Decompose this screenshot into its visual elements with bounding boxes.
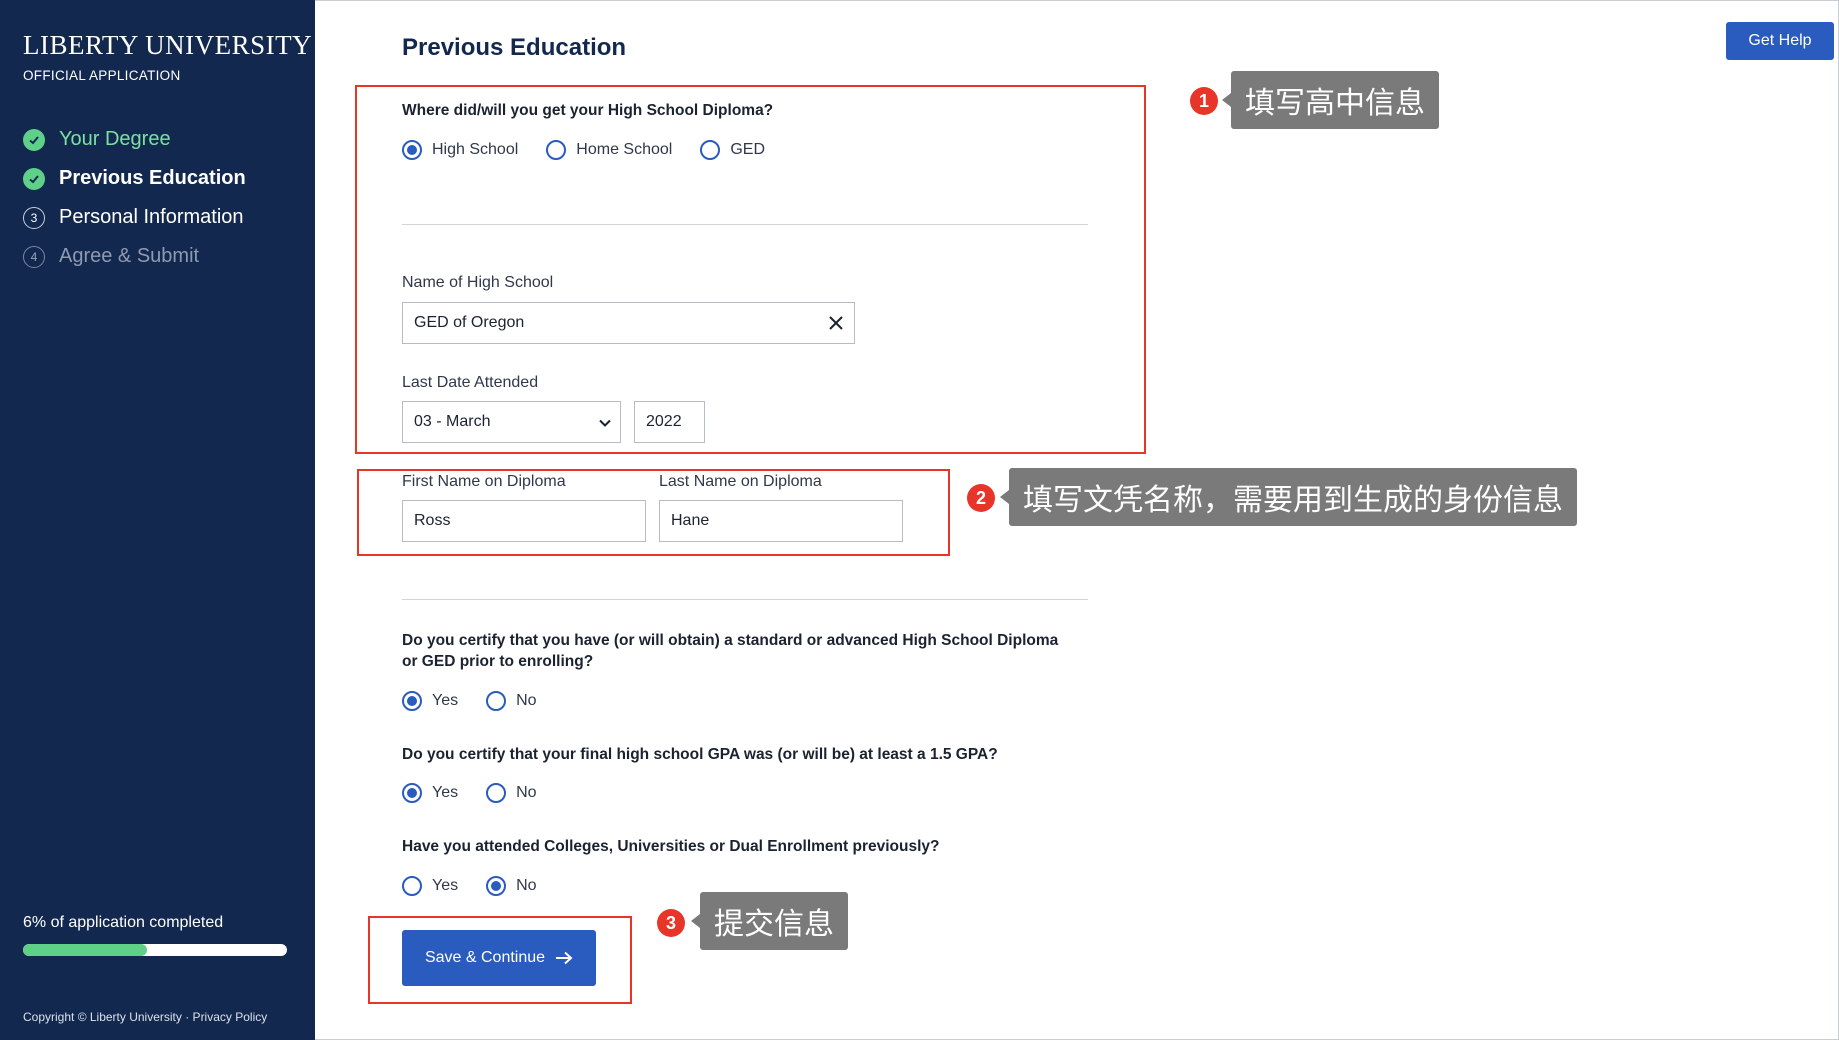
radio-label: No: [516, 784, 537, 801]
divider: [402, 599, 1088, 600]
annotation-callout-3: 提交信息: [691, 892, 848, 950]
progress-fill: [23, 944, 148, 956]
progress-bar: [23, 944, 287, 956]
gpa-radio-group: Yes No: [402, 783, 565, 803]
step-list: Your Degree Previous Education 3 Persona…: [23, 120, 246, 276]
check-icon: [23, 128, 45, 151]
application-subtitle: OFFICIAL APPLICATION: [23, 68, 181, 83]
university-logo: LIBERTY UNIVERSITY: [23, 30, 313, 60]
radio-college-no[interactable]: No: [486, 876, 537, 896]
radio-button[interactable]: [402, 876, 422, 896]
radio-button[interactable]: [486, 783, 507, 803]
step-label: Your Degree: [59, 128, 171, 150]
radio-label: Yes: [432, 692, 459, 709]
radio-certify-no[interactable]: No: [486, 691, 537, 711]
annotation-box-2: [357, 469, 950, 556]
progress-text: 6% of application completed: [23, 914, 224, 931]
gpa-question: Do you certify that your final high scho…: [402, 746, 998, 763]
radio-button-selected[interactable]: [402, 783, 422, 803]
step-label: Personal Information: [59, 206, 244, 228]
annotation-callout-1: 填写高中信息: [1222, 71, 1439, 129]
radio-button[interactable]: [486, 691, 507, 711]
radio-label: No: [516, 877, 537, 894]
check-icon: [23, 167, 45, 190]
radio-label: Yes: [432, 877, 459, 894]
step-personal-information[interactable]: 3 Personal Information: [23, 198, 246, 237]
certify-diploma-radio-group: Yes No: [402, 691, 565, 711]
step-number-badge: 3: [23, 206, 45, 229]
step-label: Agree & Submit: [59, 245, 200, 267]
step-label: Previous Education: [59, 167, 246, 189]
annotation-callout-2: 填写文凭名称，需要用到生成的身份信息: [1000, 468, 1577, 526]
radio-button-selected[interactable]: [402, 691, 422, 711]
college-question: Have you attended Colleges, Universities…: [402, 838, 940, 855]
step-number-badge: 4: [23, 245, 45, 268]
step-previous-education[interactable]: Previous Education: [23, 159, 246, 198]
college-radio-group: Yes No: [402, 876, 565, 896]
radio-certify-yes[interactable]: Yes: [402, 691, 458, 711]
radio-label: No: [516, 692, 537, 709]
annotation-box-1: [355, 85, 1146, 454]
get-help-button[interactable]: Get Help: [1726, 22, 1834, 60]
radio-gpa-no[interactable]: No: [486, 783, 537, 803]
copyright-text: Copyright © Liberty University · Privacy…: [23, 1010, 268, 1024]
radio-label: Yes: [432, 784, 459, 801]
radio-button-selected[interactable]: [486, 876, 507, 896]
sidebar: LIBERTY UNIVERSITY OFFICIAL APPLICATION …: [0, 0, 315, 1040]
radio-college-yes[interactable]: Yes: [402, 876, 458, 896]
step-agree-submit: 4 Agree & Submit: [23, 237, 246, 276]
annotation-badge-1: 1: [1190, 87, 1218, 115]
step-your-degree[interactable]: Your Degree: [23, 120, 246, 159]
annotation-box-3: [368, 916, 632, 1004]
annotation-badge-2: 2: [967, 484, 995, 512]
annotation-badge-3: 3: [657, 909, 685, 937]
page-title: Previous Education: [402, 34, 627, 61]
certify-diploma-question: Do you certify that you have (or will ob…: [402, 632, 1059, 670]
radio-gpa-yes[interactable]: Yes: [402, 783, 458, 803]
